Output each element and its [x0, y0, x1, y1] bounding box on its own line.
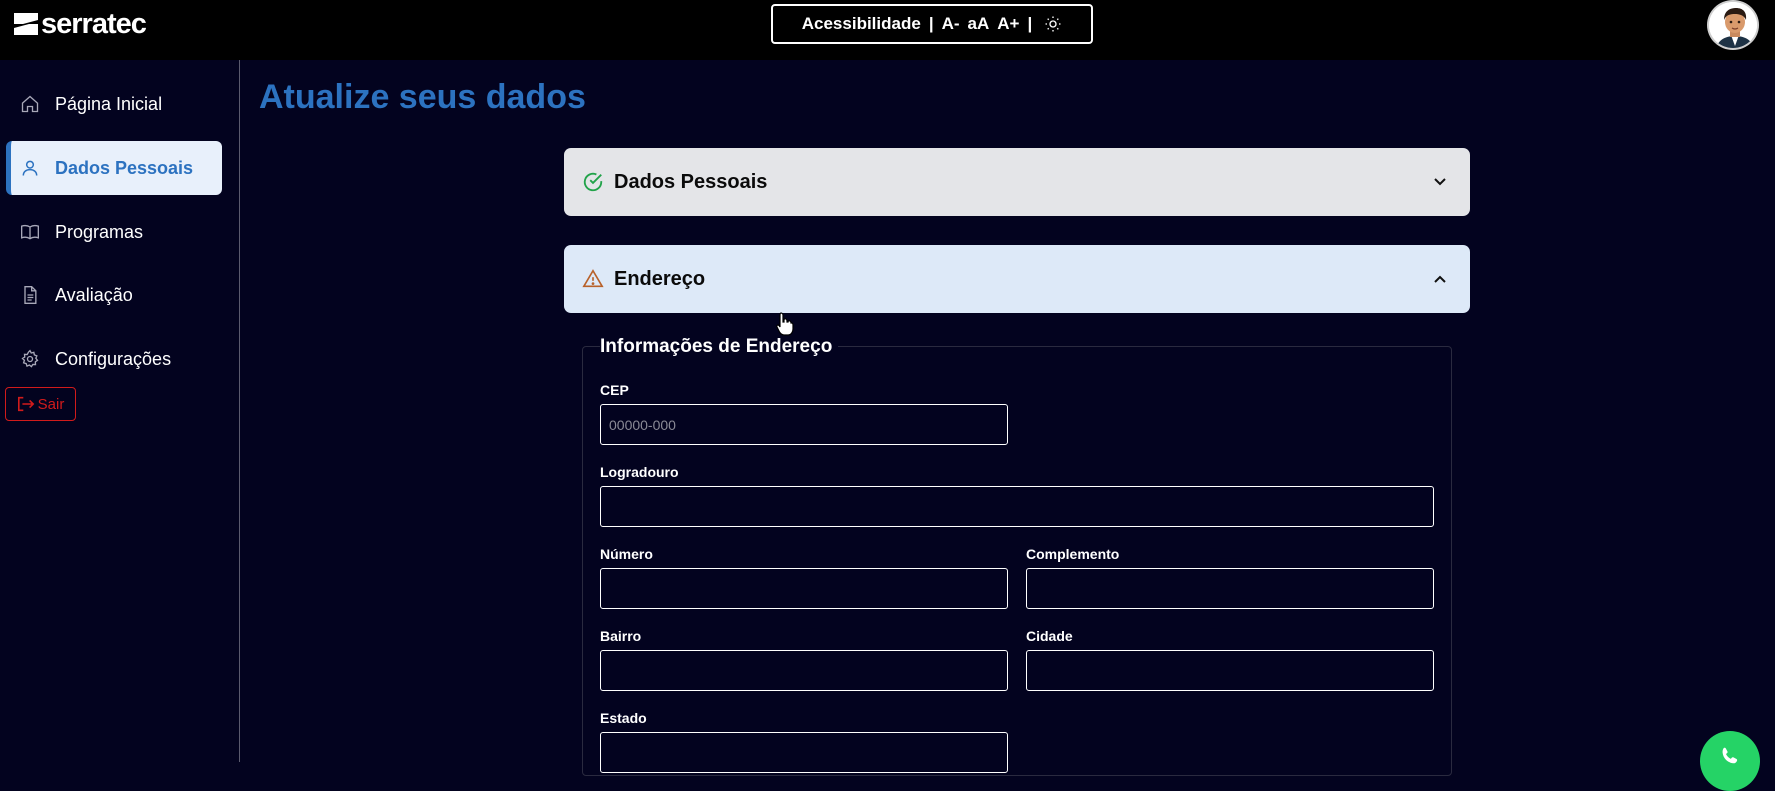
logout-icon [17, 396, 35, 412]
address-form-legend: Informações de Endereço [600, 336, 839, 358]
whatsapp-icon [1722, 747, 1738, 764]
logo-text: serratec [41, 7, 147, 40]
cidade-label: Cidade [1026, 628, 1073, 644]
sun-icon[interactable] [1044, 15, 1062, 33]
book-open-icon [21, 224, 39, 240]
whatsapp-button[interactable] [1700, 731, 1760, 791]
font-increase-button[interactable]: A+ [997, 14, 1019, 34]
cidade-input[interactable] [1026, 650, 1434, 691]
complemento-input[interactable] [1026, 568, 1434, 609]
logradouro-label: Logradouro [600, 464, 679, 480]
sidebar-item-programas[interactable]: Programas [6, 205, 222, 259]
sidebar-item-label: Configurações [55, 348, 172, 369]
check-circle-icon [583, 172, 603, 192]
sidebar-item-label: Programas [55, 221, 144, 242]
separator: | [1027, 14, 1033, 33]
accordion-endereco[interactable]: Endereço [564, 245, 1470, 313]
sidebar-item-dados-pessoais[interactable]: Dados Pessoais [6, 141, 222, 195]
numero-label: Número [600, 546, 653, 562]
accessibility-label: Acessibilidade [801, 14, 921, 33]
sidebar-item-configuracoes[interactable]: Configurações [6, 332, 222, 386]
separator: | [928, 14, 934, 33]
cep-input[interactable] [600, 404, 1008, 445]
logo-mark-icon [14, 13, 38, 35]
bairro-input[interactable] [600, 650, 1008, 691]
sidebar-item-label: Dados Pessoais [55, 157, 194, 178]
logradouro-input[interactable] [600, 486, 1434, 527]
sidebar: Página Inicial Dados Pessoais Programas … [0, 60, 240, 762]
logout-button[interactable]: Sair [5, 387, 76, 421]
chevron-down-icon[interactable] [1430, 172, 1450, 192]
hand-cursor-icon [776, 312, 794, 336]
accordion-dados-pessoais[interactable]: Dados Pessoais [564, 148, 1470, 216]
sidebar-item-label: Página Inicial [55, 93, 163, 114]
serratec-logo[interactable]: serratec [14, 7, 147, 40]
gear-icon [21, 349, 39, 368]
estado-input[interactable] [600, 732, 1008, 773]
avatar-illustration-icon [1709, 2, 1757, 48]
complemento-label: Complemento [1026, 546, 1120, 562]
numero-input[interactable] [600, 568, 1008, 609]
accordion-title: Endereço [614, 267, 706, 290]
top-bar: serratec Acessibilidade | A- aA A+ | [0, 0, 1775, 60]
font-decrease-button[interactable]: A- [942, 14, 960, 34]
logout-label: Sair [37, 395, 65, 413]
warning-icon [582, 269, 604, 288]
sidebar-item-label: Avaliação [55, 284, 133, 305]
document-icon [24, 286, 37, 304]
home-icon [21, 95, 39, 113]
chevron-up-icon[interactable] [1430, 269, 1450, 289]
accordion-title: Dados Pessoais [614, 170, 768, 193]
user-icon [22, 160, 38, 176]
page-title: Atualize seus dados [259, 78, 586, 116]
sidebar-item-pagina-inicial[interactable]: Página Inicial [6, 77, 222, 131]
sidebar-item-avaliacao[interactable]: Avaliação [6, 268, 222, 322]
user-avatar[interactable] [1707, 0, 1759, 50]
cep-label: CEP [600, 382, 629, 398]
estado-label: Estado [600, 710, 647, 726]
bairro-label: Bairro [600, 628, 642, 644]
font-reset-button[interactable]: aA [968, 14, 990, 34]
accessibility-bar: Acessibilidade | A- aA A+ | [771, 4, 1093, 44]
